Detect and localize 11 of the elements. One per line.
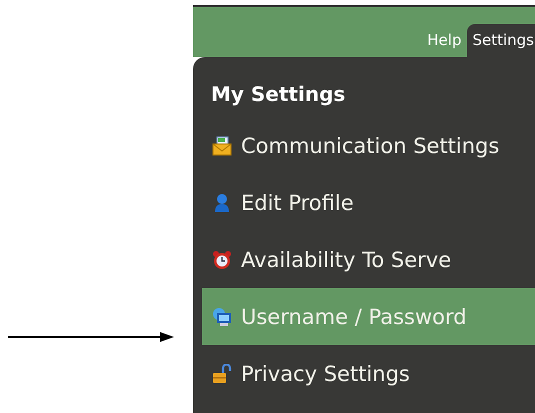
menu-heading: My Settings <box>210 81 346 108</box>
menu-item[interactable]: Privacy Settings <box>202 345 535 402</box>
computer-globe-icon <box>212 306 232 326</box>
menu-tab[interactable]: Settings <box>467 24 535 57</box>
menu-item[interactable]: Edit Profile <box>202 174 535 231</box>
envelope-icon <box>212 136 232 156</box>
padlock-icon <box>212 364 232 384</box>
alarm-clock-icon <box>212 250 232 270</box>
person-icon <box>212 192 232 212</box>
menu-item[interactable]: Communication Settings <box>202 117 535 174</box>
menu-item[interactable]: Availability To Serve <box>202 231 535 288</box>
